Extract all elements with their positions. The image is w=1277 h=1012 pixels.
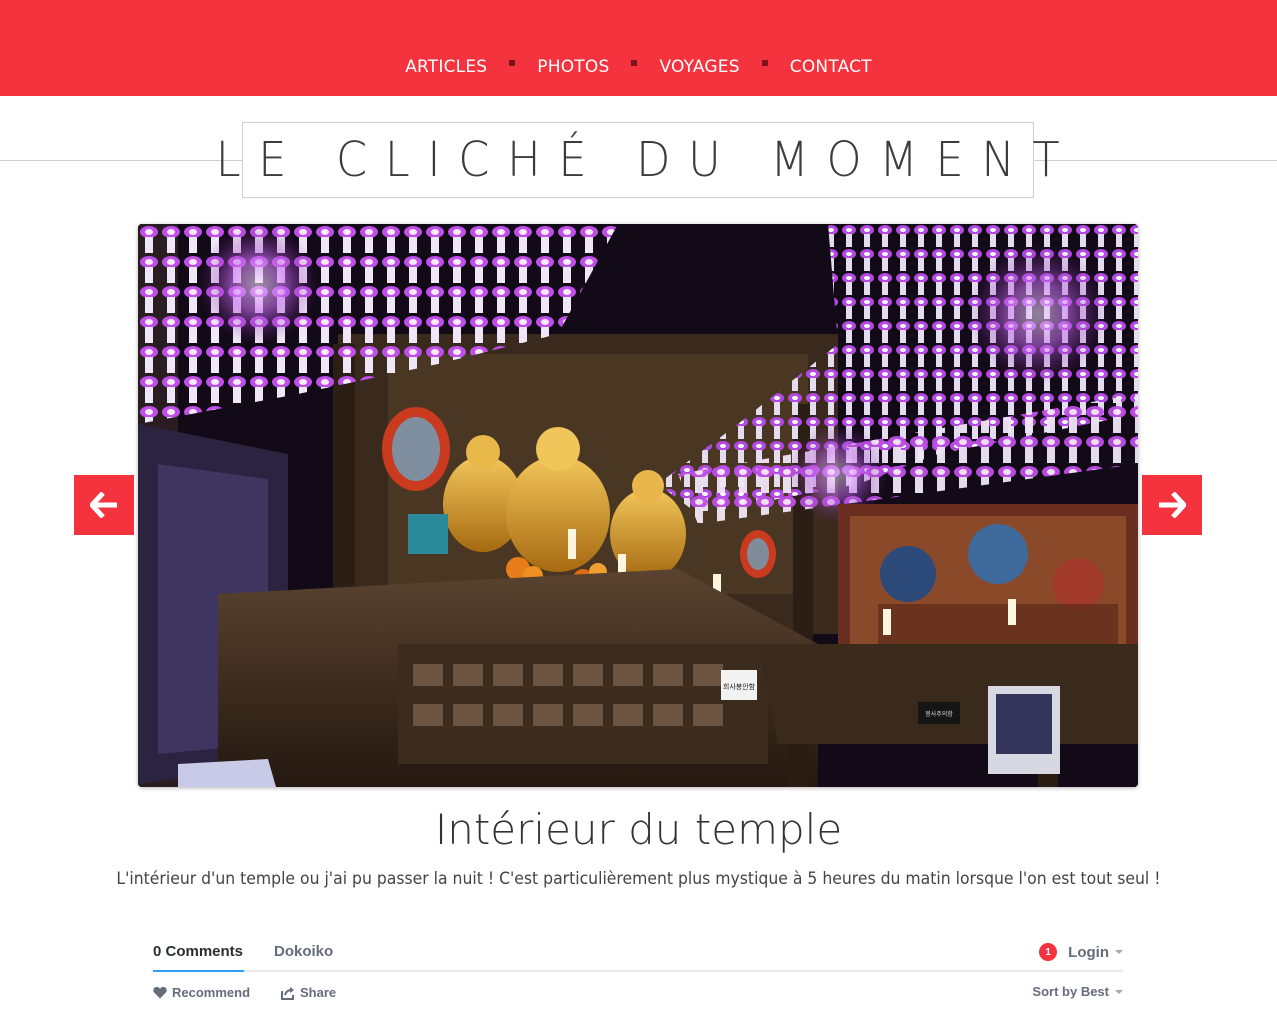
share-label: Share bbox=[300, 985, 337, 1000]
comments-actions: Recommend Share Sort by Best bbox=[153, 972, 1123, 1012]
nav-separator bbox=[509, 60, 516, 66]
top-navigation-bar: ARTICLES PHOTOS VOYAGES CONTACT bbox=[0, 0, 1277, 96]
arrow-right-icon bbox=[1159, 492, 1186, 518]
sort-label: Sort by Best bbox=[1032, 984, 1109, 999]
recommend-label: Recommend bbox=[172, 985, 251, 1000]
comments-header: 0 Comments Dokoiko 1 Login bbox=[153, 936, 1123, 972]
next-photo-button[interactable] bbox=[1142, 475, 1202, 535]
main-nav: ARTICLES PHOTOS VOYAGES CONTACT bbox=[0, 57, 1277, 77]
photo-description: L'intérieur d'un temple ou j'ai pu passe… bbox=[0, 869, 1277, 889]
login-menu[interactable]: 1 Login bbox=[1039, 943, 1123, 961]
notification-badge[interactable]: 1 bbox=[1039, 943, 1058, 961]
nav-link-contact[interactable]: CONTACT bbox=[790, 57, 872, 77]
site-title-box: LE CLICHÉ DU MOMENT bbox=[216, 122, 1060, 198]
featured-photo: 희사봉안함 봉사주의함 bbox=[138, 224, 1138, 787]
chevron-down-icon bbox=[1115, 989, 1123, 994]
recommend-button[interactable]: Recommend bbox=[153, 985, 250, 1000]
login-label[interactable]: Login bbox=[1068, 944, 1109, 961]
community-tab[interactable]: Dokoiko bbox=[274, 943, 333, 960]
photo-title: Intérieur du temple bbox=[434, 805, 843, 854]
share-button[interactable]: Share bbox=[281, 985, 336, 1000]
nav-link-articles[interactable]: ARTICLES bbox=[405, 57, 487, 77]
chevron-down-icon bbox=[1115, 950, 1123, 954]
previous-photo-button[interactable] bbox=[74, 475, 134, 535]
comments-section: 0 Comments Dokoiko 1 Login Recommend Sha… bbox=[153, 936, 1123, 1012]
heart-icon bbox=[153, 986, 167, 999]
nav-separator bbox=[761, 60, 768, 66]
sort-dropdown[interactable]: Sort by Best bbox=[1032, 984, 1123, 999]
nav-link-voyages[interactable]: VOYAGES bbox=[659, 57, 739, 77]
temple-interior-photo: 희사봉안함 봉사주의함 bbox=[138, 224, 1138, 787]
nav-separator bbox=[631, 60, 638, 66]
photo-description-text: L'intérieur d'un temple ou j'ai pu passe… bbox=[116, 869, 1161, 889]
box-label-text: 봉사주의함 bbox=[925, 710, 953, 718]
donation-sign-text: 희사봉안함 bbox=[723, 682, 756, 691]
comments-count-tab[interactable]: 0 Comments bbox=[153, 943, 243, 960]
site-title: LE CLICHÉ DU MOMENT bbox=[216, 132, 1078, 188]
share-icon bbox=[281, 986, 294, 1000]
nav-link-photos[interactable]: PHOTOS bbox=[537, 57, 609, 77]
arrow-left-icon bbox=[90, 492, 117, 518]
